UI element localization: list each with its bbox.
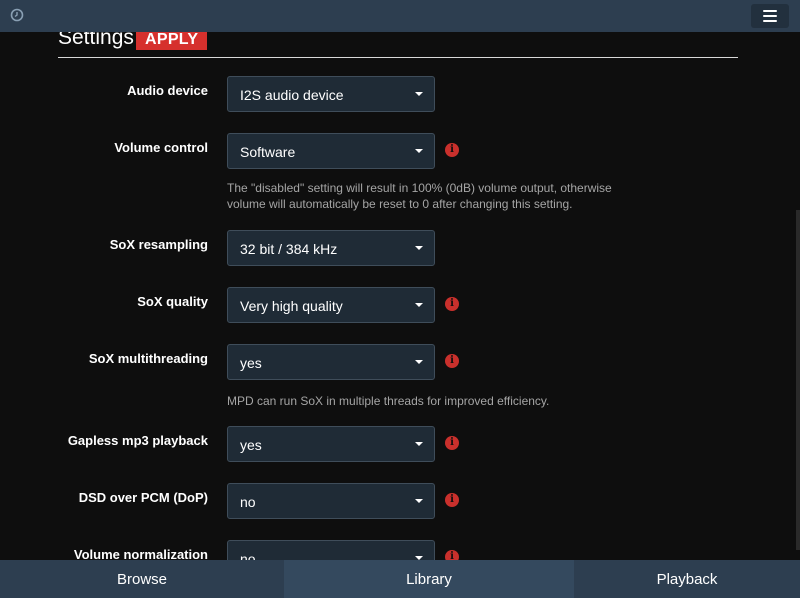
sox-resampling-select[interactable]: 32 bit / 384 kHz bbox=[227, 230, 435, 266]
volume-control-value: Software bbox=[240, 144, 296, 160]
caret-down-icon bbox=[415, 149, 423, 153]
info-icon[interactable]: i bbox=[445, 143, 459, 157]
info-icon[interactable]: i bbox=[445, 354, 459, 368]
gapless-mp3-label: Gapless mp3 playback bbox=[67, 433, 208, 448]
info-icon[interactable]: i bbox=[445, 493, 459, 507]
tab-browse[interactable]: Browse bbox=[0, 560, 284, 598]
hamburger-menu-icon bbox=[763, 10, 777, 22]
scrollbar[interactable] bbox=[796, 210, 800, 550]
volume-normalization-label: Volume normalization bbox=[73, 547, 208, 560]
volume-control-select[interactable]: Software bbox=[227, 133, 435, 169]
sox-resampling-label: SoX resampling bbox=[109, 237, 208, 252]
info-icon[interactable]: i bbox=[445, 436, 459, 450]
caret-down-icon bbox=[415, 360, 423, 364]
sox-multithreading-label: SoX multithreading bbox=[88, 351, 208, 366]
info-icon[interactable]: i bbox=[445, 297, 459, 311]
caret-down-icon bbox=[415, 303, 423, 307]
menu-button[interactable] bbox=[751, 4, 789, 28]
caret-down-icon bbox=[415, 92, 423, 96]
clock-icon bbox=[10, 8, 24, 22]
sox-quality-label: SoX quality bbox=[137, 294, 208, 309]
volume-control-label: Volume control bbox=[114, 140, 208, 155]
sox-quality-select[interactable]: Very high quality bbox=[227, 287, 435, 323]
top-bar bbox=[0, 0, 800, 32]
dsd-over-pcm-label: DSD over PCM (DoP) bbox=[78, 490, 208, 505]
caret-down-icon bbox=[415, 499, 423, 503]
apply-button[interactable]: APPLY bbox=[136, 32, 208, 50]
caret-down-icon bbox=[415, 246, 423, 250]
caret-down-icon bbox=[415, 442, 423, 446]
page-title: Settings bbox=[58, 32, 134, 49]
sox-multithreading-help: MPD can run SoX in multiple threads for … bbox=[227, 394, 550, 408]
sox-multithreading-select[interactable]: yes bbox=[227, 344, 435, 380]
volume-normalization-select[interactable]: no bbox=[227, 540, 435, 560]
audio-device-label: Audio device bbox=[127, 83, 208, 98]
sox-resampling-value: 32 bit / 384 kHz bbox=[240, 241, 338, 257]
audio-device-select[interactable]: I2S audio device bbox=[227, 76, 435, 112]
gapless-mp3-value: yes bbox=[240, 437, 262, 453]
dsd-over-pcm-value: no bbox=[240, 494, 256, 510]
sox-multithreading-value: yes bbox=[240, 355, 262, 371]
volume-normalization-value: no bbox=[240, 551, 256, 560]
gapless-mp3-select[interactable]: yes bbox=[227, 426, 435, 462]
tab-playback[interactable]: Playback bbox=[574, 560, 800, 598]
settings-panel: Settings APPLY Audio device I2S audio de… bbox=[0, 32, 800, 560]
settings-header: Settings APPLY bbox=[58, 32, 738, 58]
volume-control-help: The "disabled" setting will result in 10… bbox=[227, 181, 612, 211]
sox-quality-value: Very high quality bbox=[240, 298, 343, 314]
info-icon[interactable]: i bbox=[445, 550, 459, 560]
tab-library[interactable]: Library bbox=[284, 560, 574, 598]
bottom-tab-bar: Browse Library Playback bbox=[0, 560, 800, 598]
dsd-over-pcm-select[interactable]: no bbox=[227, 483, 435, 519]
audio-device-value: I2S audio device bbox=[240, 87, 344, 103]
